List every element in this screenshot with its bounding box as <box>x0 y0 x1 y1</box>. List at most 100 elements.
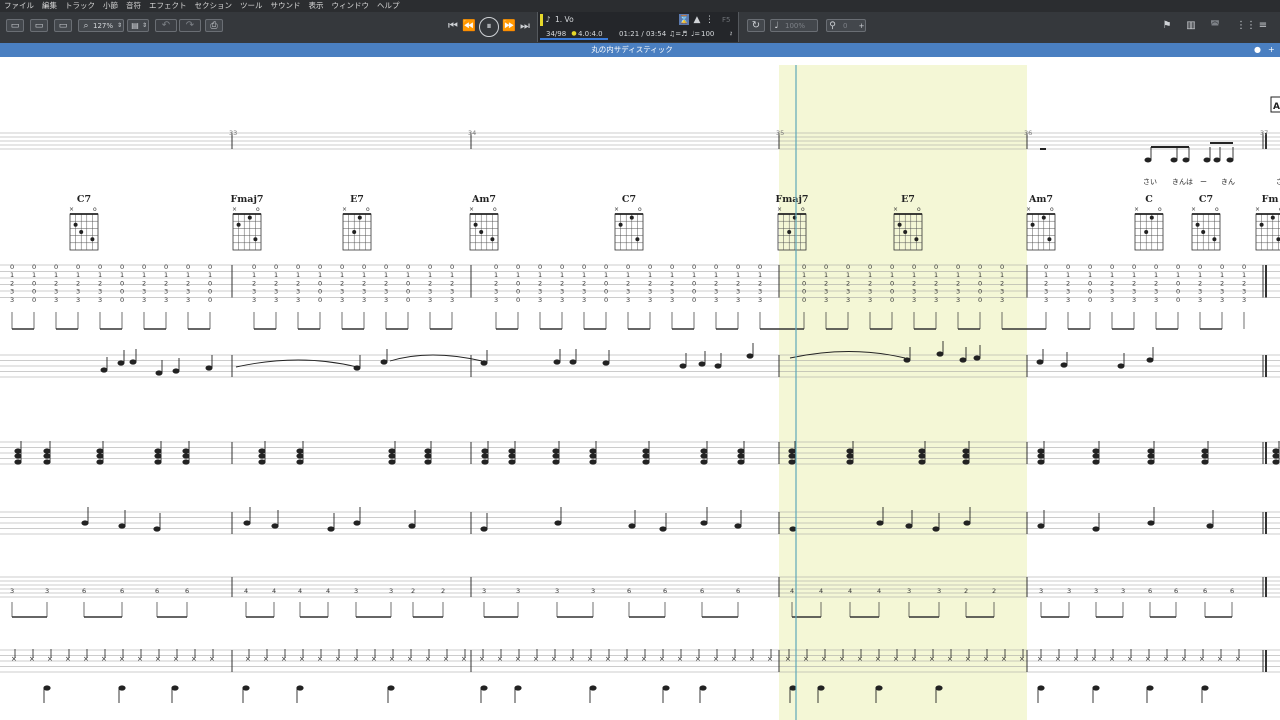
note-head <box>1147 459 1155 465</box>
drum-hihat-note: × <box>911 655 917 663</box>
menu-file[interactable]: ファイル <box>4 0 34 12</box>
metronome-icon[interactable]: ⚑ <box>1160 20 1174 32</box>
menu-sound[interactable]: サウンド <box>271 0 301 12</box>
fast-forward-icon[interactable]: ⏩ <box>502 20 516 32</box>
chord-diagram-finger <box>479 230 484 234</box>
tab-fret-number: 2 <box>164 279 168 287</box>
track-name[interactable]: 1. Vo <box>555 15 574 25</box>
bass-tab-fret-number: 3 <box>1121 587 1125 595</box>
drum-hihat-note: × <box>11 655 17 663</box>
menu-view[interactable]: 表示 <box>309 0 324 12</box>
tab-fret-number: 1 <box>32 271 36 279</box>
bass-tab-fret-number: 6 <box>1174 587 1178 595</box>
tab-fret-number: 1 <box>912 271 916 279</box>
go-to-end-icon[interactable]: ⏭ <box>518 20 532 32</box>
undo-button[interactable]: ↶ <box>155 19 177 32</box>
menu-section[interactable]: セクション <box>195 0 233 12</box>
note-head <box>846 448 854 454</box>
tab-fret-number: 1 <box>10 271 14 279</box>
zoom-select[interactable]: ⌕ 127% ⇕ <box>78 19 124 32</box>
tab-fret-number: 1 <box>1044 271 1048 279</box>
menu-effect[interactable]: エフェクト <box>149 0 187 12</box>
loop-button[interactable]: ↻ <box>747 19 765 32</box>
chord-diagram-grid <box>1255 213 1280 251</box>
mixer-icon[interactable]: ≡ <box>1256 20 1270 32</box>
page-layout-select[interactable]: ▤ ⇕ <box>127 19 149 32</box>
score-canvas[interactable]: 33 34 35 36 37Aさい きんはーきん さC7× oFmaj7× oE7× oAm7× o… <box>0 57 1280 720</box>
tab-fret-number: 2 <box>1242 279 1246 287</box>
drum-hihat-note: × <box>983 655 989 663</box>
rewind-icon[interactable]: ⏪ <box>462 20 476 32</box>
tab-fret-number: 1 <box>736 271 740 279</box>
hourglass-button[interactable]: ⌛ <box>679 14 689 25</box>
drum-hihat-note: × <box>1001 655 1007 663</box>
fretboard-icon[interactable]: ▥ <box>1184 20 1198 32</box>
menu-edit[interactable]: 編集 <box>42 0 57 12</box>
go-to-start-icon[interactable]: ⏮ <box>446 20 460 32</box>
menu-window[interactable]: ウィンドウ <box>332 0 370 12</box>
note-head <box>182 459 190 465</box>
tab-fret-number: 3 <box>912 288 916 296</box>
menu-track[interactable]: トラック <box>65 0 95 12</box>
note-head <box>1037 453 1045 459</box>
chord-diagram-finger <box>236 222 241 227</box>
note-head <box>424 453 432 459</box>
drum-hihat-note: × <box>749 655 755 663</box>
tab-fret-number: 2 <box>1220 279 1224 287</box>
drum-hihat-note: × <box>299 655 305 663</box>
document-title[interactable]: 丸の内サディスティック <box>0 43 1264 57</box>
tab-fret-number: 0 <box>714 263 718 271</box>
tab-fret-number: 0 <box>142 263 146 271</box>
pause-button[interactable]: ⏸ <box>479 17 499 37</box>
microphone-icon: ♪ <box>545 15 551 24</box>
drum-hihat-note: × <box>551 655 557 663</box>
more-icon[interactable]: ⋮ <box>705 14 714 26</box>
print-button[interactable]: ⎙ <box>205 19 223 32</box>
tab-fret-number: 1 <box>54 271 58 279</box>
tab-fret-number: 0 <box>120 288 124 296</box>
add-tab-icon[interactable]: + <box>1268 46 1275 54</box>
score-view[interactable]: 33 34 35 36 37 A さい きんはーきんさ C7 × o Fmaj7 × o E7 × o Am7 × o… <box>0 57 1280 720</box>
note-head <box>788 448 796 454</box>
menu-note[interactable]: 音符 <box>126 0 141 12</box>
waveform-icon[interactable]: ⋮⋮ <box>1236 20 1256 32</box>
panel-bottom-toggle-button[interactable]: ▭ <box>30 19 48 32</box>
drum-hihat-note: × <box>713 655 719 663</box>
tab-fret-number: 0 <box>846 263 850 271</box>
tab-fret-number: 0 <box>736 263 740 271</box>
note-head <box>380 359 388 365</box>
menu-tools[interactable]: ツール <box>240 0 263 12</box>
chord-diagram-muted: × <box>1255 206 1260 213</box>
tab-fret-number: 3 <box>252 288 256 296</box>
tab-fret-number: 1 <box>1176 271 1180 279</box>
menu-bar-measure[interactable]: 小節 <box>103 0 118 12</box>
note-head <box>43 448 51 454</box>
time-readout: 01:21 / 03:54 <box>619 30 667 38</box>
note-head <box>481 448 489 454</box>
tab-fret-number: 3 <box>1132 288 1136 296</box>
panel-left-toggle-button[interactable]: ▭ <box>6 19 24 32</box>
note-head <box>963 520 971 526</box>
tab-fret-number: 0 <box>978 279 982 287</box>
bass-tab-fret-number: 3 <box>10 587 14 595</box>
tab-fret-number: 0 <box>340 263 344 271</box>
tab-fret-number: 3 <box>98 296 102 304</box>
tab-fret-number: 0 <box>32 263 36 271</box>
pitch-control[interactable]: ⚲ 0 + <box>826 19 866 32</box>
metronome-small-icon[interactable]: ▲ <box>692 14 702 26</box>
speed-control[interactable]: ♩ 100% <box>770 19 818 32</box>
tab-fret-number: 2 <box>1066 279 1070 287</box>
chord-name: E7 <box>350 194 364 205</box>
tab-fret-number: 1 <box>76 271 80 279</box>
menu-help[interactable]: ヘルプ <box>377 0 400 12</box>
playback-progress-bar[interactable] <box>540 38 608 40</box>
drum-hihat-note: × <box>29 655 35 663</box>
tab-fret-number: 3 <box>164 288 168 296</box>
tab-fret-number: 1 <box>1242 271 1246 279</box>
tab-fret-number: 2 <box>186 279 190 287</box>
chord-diagram-open: o <box>493 206 497 213</box>
panel-right-toggle-button[interactable]: ▭ <box>54 19 72 32</box>
redo-button[interactable]: ↷ <box>179 19 201 32</box>
tab-fret-number: 0 <box>1088 279 1092 287</box>
drum-icon[interactable]: ◚ <box>1208 20 1222 32</box>
